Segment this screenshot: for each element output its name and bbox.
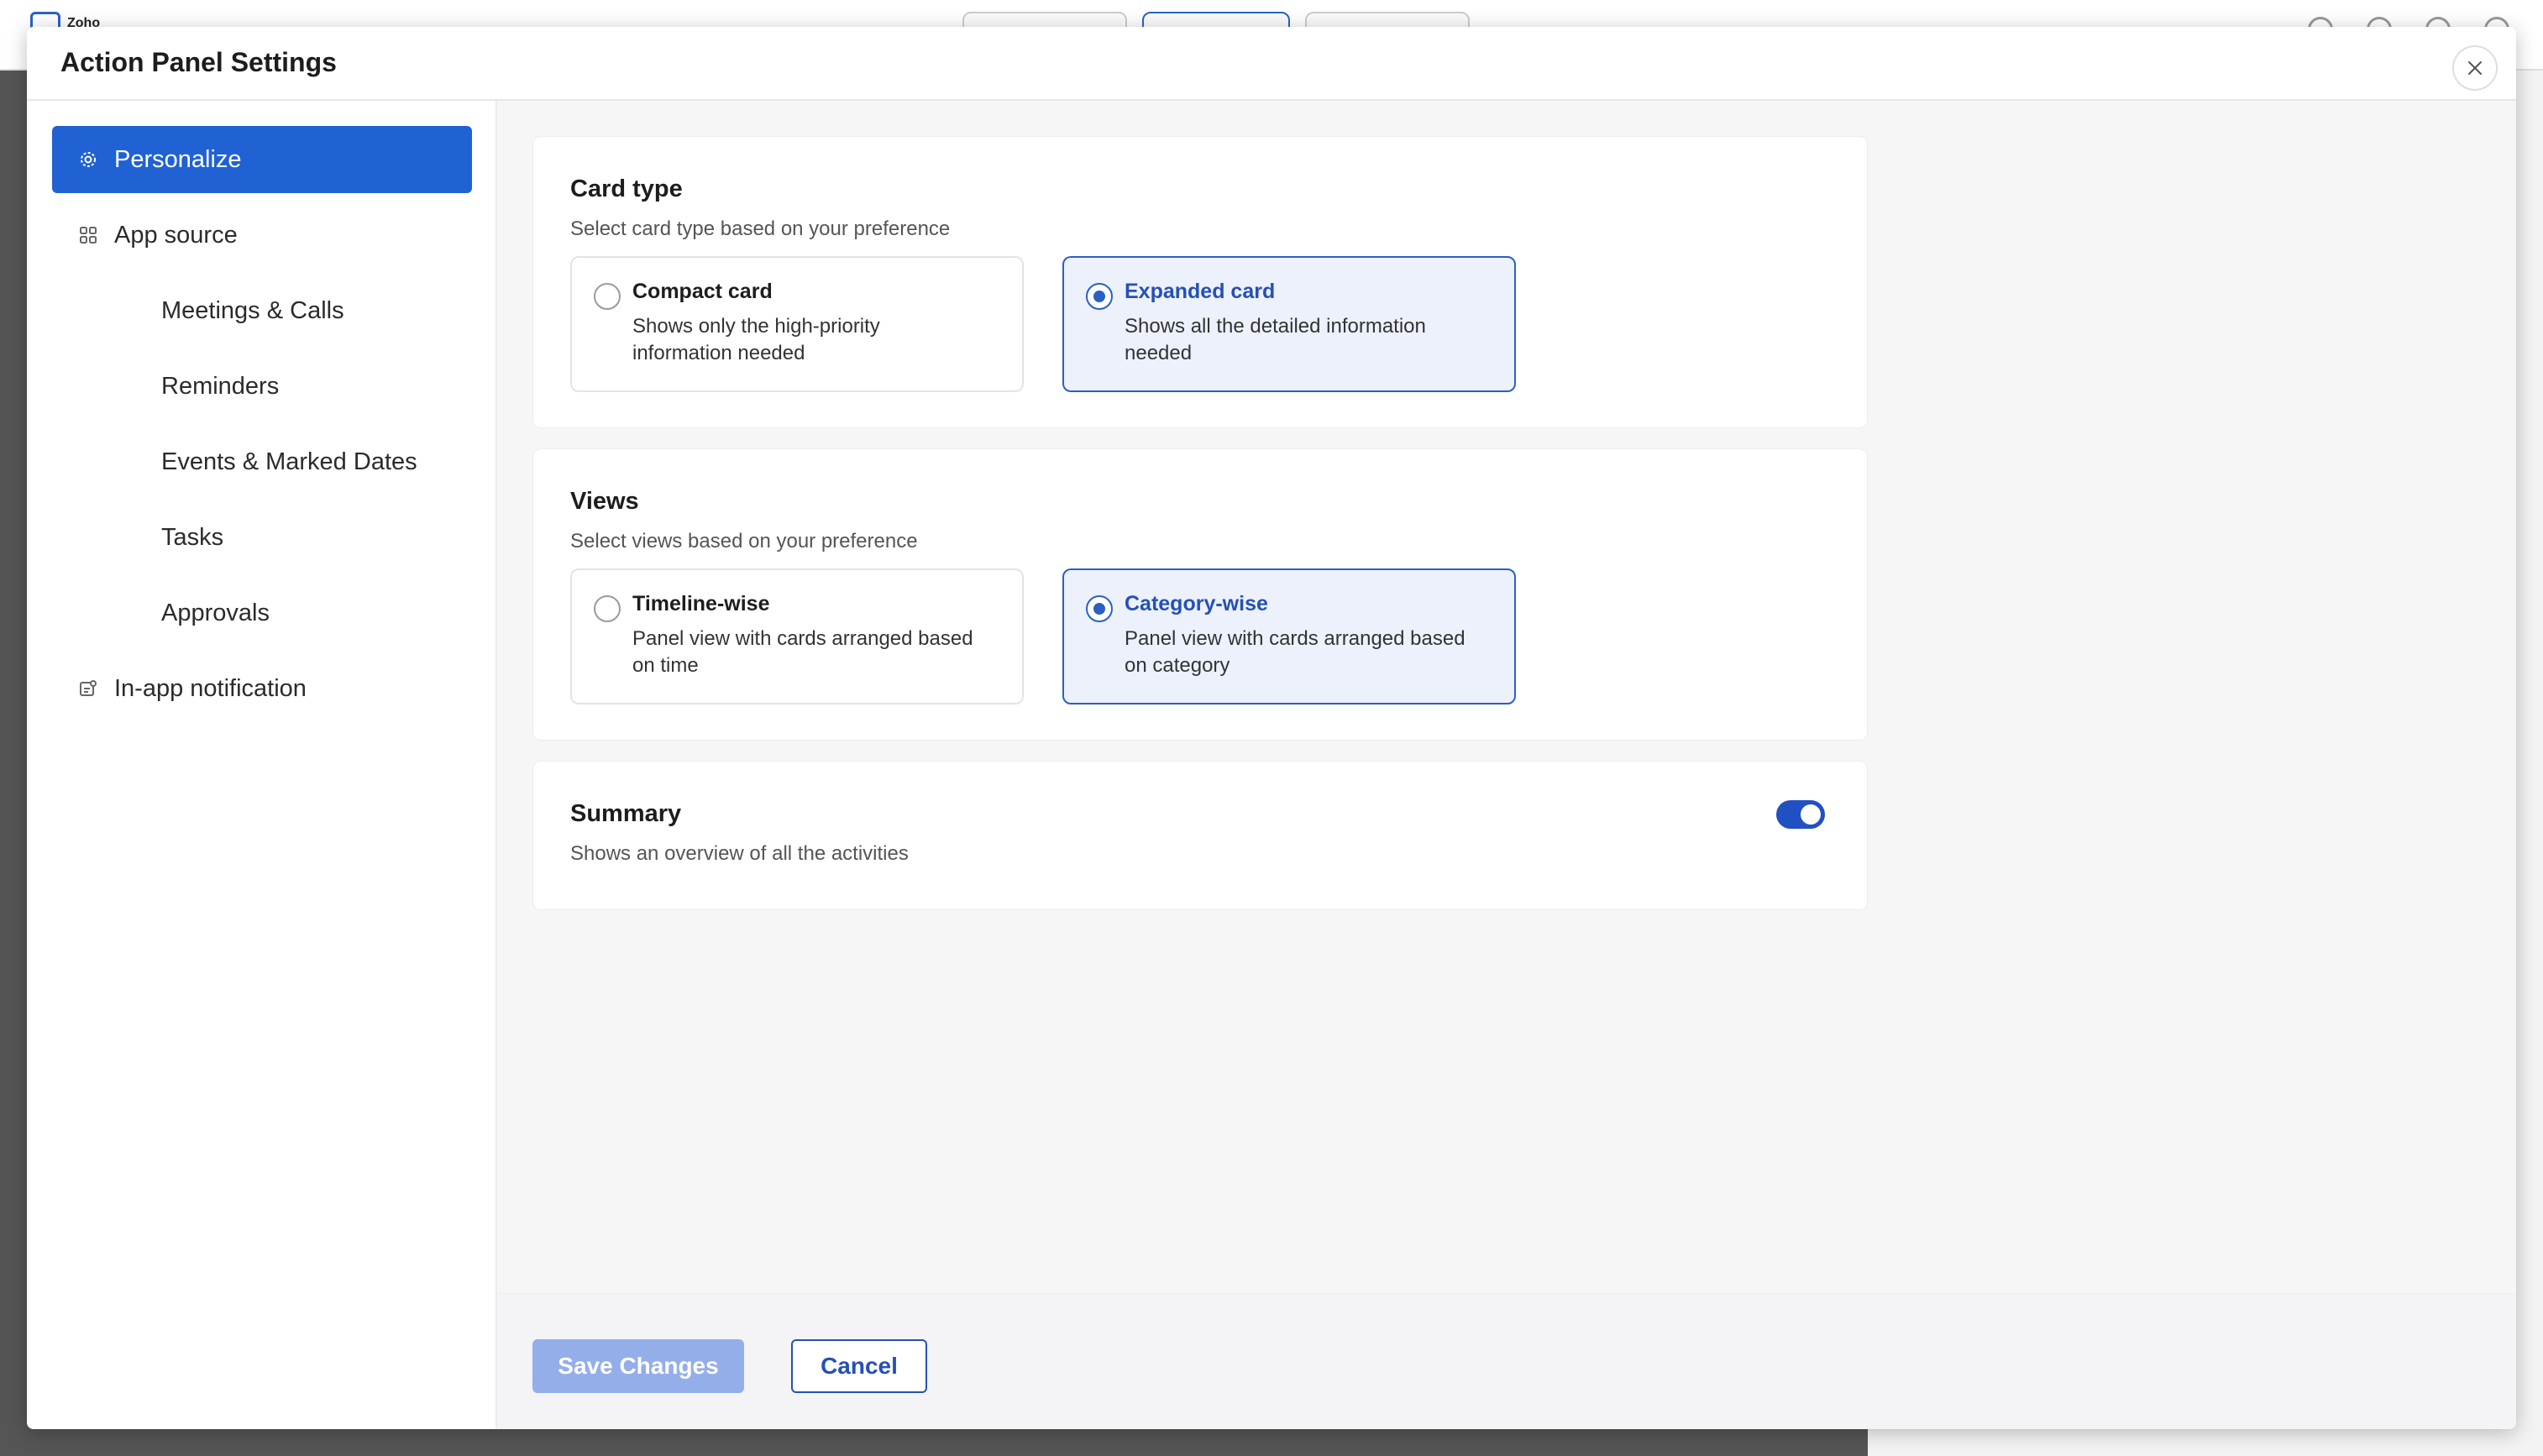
card-type-section: Card type Select card type based on your… <box>532 136 1868 428</box>
sidebar-item-label: In-app notification <box>114 674 307 702</box>
option-description: Panel view with cards arranged based on … <box>1125 627 1466 677</box>
sidebar-item-events-marked-dates[interactable]: Events & Marked Dates <box>52 428 472 495</box>
summary-section: Summary Shows an overview of all the act… <box>532 761 1868 910</box>
option-title: Category-wise <box>1125 592 1268 615</box>
section-subtitle: Shows an overview of all the activities <box>570 842 909 865</box>
radio-button-selected[interactable] <box>1086 283 1113 310</box>
modal-title: Action Panel Settings <box>60 47 337 77</box>
settings-main-content: Card type Select card type based on your… <box>497 101 2516 1293</box>
sidebar-item-in-app-notification[interactable]: In-app notification <box>52 655 472 722</box>
section-subtitle: Select card type based on your preferenc… <box>570 217 951 240</box>
grid-icon <box>79 226 97 244</box>
settings-sidebar: Personalize App source Meetings & Calls … <box>27 101 497 1429</box>
option-description: Panel view with cards arranged based on … <box>632 627 973 677</box>
sidebar-item-tasks[interactable]: Tasks <box>52 504 472 571</box>
summary-toggle[interactable] <box>1776 800 1825 829</box>
sidebar-item-label: Events & Marked Dates <box>161 448 417 475</box>
cancel-button[interactable]: Cancel <box>791 1339 927 1393</box>
action-panel-settings-modal: Action Panel Settings Personalize App so… <box>27 27 2516 1429</box>
close-button[interactable] <box>2452 45 2498 91</box>
sidebar-item-label: Reminders <box>161 372 280 400</box>
option-timeline-wise[interactable]: Timeline-wise Panel view with cards arra… <box>570 568 1024 704</box>
radio-button-selected[interactable] <box>1086 595 1113 622</box>
sidebar-item-label: App source <box>114 221 238 249</box>
close-icon <box>2468 61 2482 75</box>
radio-button[interactable] <box>594 283 621 310</box>
toggle-knob <box>1801 804 1821 825</box>
option-expanded-card[interactable]: Expanded card Shows all the detailed inf… <box>1062 256 1516 392</box>
views-section: Views Select views based on your prefere… <box>532 448 1868 741</box>
option-category-wise[interactable]: Category-wise Panel view with cards arra… <box>1062 568 1516 704</box>
sidebar-item-meetings-calls[interactable]: Meetings & Calls <box>52 277 472 344</box>
sidebar-item-approvals[interactable]: Approvals <box>52 579 472 647</box>
sidebar-item-label: Approvals <box>161 599 270 626</box>
notification-icon <box>79 679 97 698</box>
option-description: Shows all the detailed information neede… <box>1125 315 1426 364</box>
sidebar-item-personalize[interactable]: Personalize <box>52 126 472 193</box>
gear-icon <box>79 150 97 169</box>
option-title: Timeline-wise <box>632 592 770 615</box>
save-changes-button[interactable]: Save Changes <box>532 1339 744 1393</box>
section-title: Summary <box>570 800 682 827</box>
sidebar-item-app-source[interactable]: App source <box>52 202 472 269</box>
sidebar-item-reminders[interactable]: Reminders <box>52 353 472 420</box>
sidebar-item-label: Tasks <box>161 523 224 551</box>
option-description: Shows only the high-priority information… <box>632 315 880 364</box>
modal-header: Action Panel Settings <box>27 27 2516 101</box>
section-title: Views <box>570 488 639 515</box>
option-compact-card[interactable]: Compact card Shows only the high-priorit… <box>570 256 1024 392</box>
sidebar-item-label: Personalize <box>114 145 242 173</box>
section-title: Card type <box>570 175 683 202</box>
modal-footer: Save Changes Cancel <box>497 1293 2516 1429</box>
section-subtitle: Select views based on your preference <box>570 530 918 553</box>
option-title: Expanded card <box>1125 280 1276 303</box>
sidebar-item-label: Meetings & Calls <box>161 296 344 324</box>
radio-button[interactable] <box>594 595 621 622</box>
option-title: Compact card <box>632 280 773 303</box>
